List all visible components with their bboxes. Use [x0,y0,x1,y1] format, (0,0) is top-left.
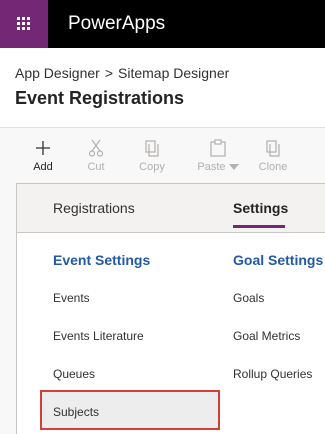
tab-settings[interactable]: Settings [233,200,288,216]
group-title-event-settings[interactable]: Event Settings [53,252,150,268]
paste-icon [210,139,226,157]
clone-icon [266,139,280,157]
subarea-goal-metrics[interactable]: Goal Metrics [233,329,300,343]
cut-button[interactable]: Cut [83,138,109,178]
sitemap-panel: Registrations Settings Event Settings Go… [16,183,325,434]
command-bar: Add Cut Copy Paste Clone [0,138,325,180]
clone-button-label: Clone [258,161,288,173]
subarea-events[interactable]: Events [53,291,90,305]
group-title-goal-settings[interactable]: Goal Settings [233,252,323,268]
breadcrumb-separator: > [104,65,114,81]
subarea-subjects[interactable]: Subjects [53,405,99,419]
page-title: Event Registrations [15,88,185,108]
scissors-icon [89,139,103,157]
app-launcher-button[interactable] [0,0,48,48]
paste-label-text: Paste [197,161,226,173]
copy-icon [145,139,159,157]
tab-registrations[interactable]: Registrations [53,200,135,216]
subarea-events-literature[interactable]: Events Literature [53,329,144,343]
active-tab-indicator [233,225,285,228]
breadcrumb-item-sitemap-designer: Sitemap Designer [118,65,230,81]
chevron-down-icon [228,164,239,171]
page-header: App Designer > Sitemap Designer Event Regi… [0,48,325,128]
paste-button[interactable]: Paste [194,138,242,178]
app-name[interactable]: PowerApps [68,13,165,35]
add-button[interactable]: Add [30,138,56,178]
subarea-goals[interactable]: Goals [233,291,264,305]
breadcrumb: App Designer > Sitemap Designer [15,65,229,81]
copy-button[interactable]: Copy [136,138,168,178]
app-header-bar: PowerApps [0,0,325,48]
subarea-rollup-queries[interactable]: Rollup Queries [233,367,312,381]
clone-button[interactable]: Clone [257,138,289,178]
cut-button-label: Cut [87,161,105,173]
waffle-icon [17,17,31,31]
subarea-queues[interactable]: Queues [53,367,95,381]
add-button-label: Add [33,161,53,173]
tab-bar: Registrations Settings [17,184,325,233]
breadcrumb-item-app-designer[interactable]: App Designer [15,65,100,81]
paste-button-label: Paste [194,161,242,173]
plus-icon [36,141,50,155]
copy-button-label: Copy [139,161,165,173]
